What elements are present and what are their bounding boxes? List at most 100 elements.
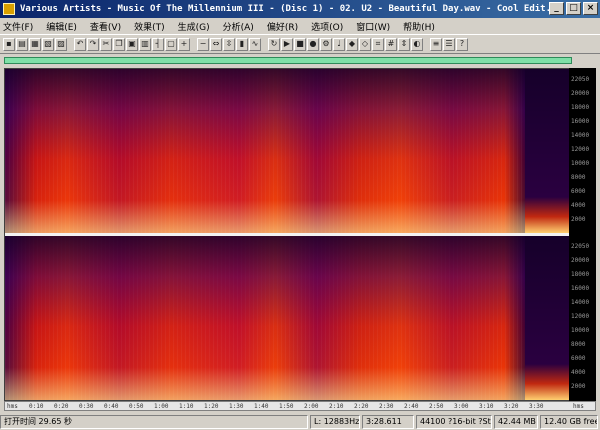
- freq-label: 6000: [571, 188, 586, 195]
- zoom-full-icon[interactable]: ⇔: [210, 37, 222, 51]
- scroll-icon[interactable]: ⇕: [398, 37, 410, 51]
- title-bar[interactable]: Various Artists - Music Of The Millenniu…: [0, 0, 600, 18]
- select-all-icon[interactable]: ▢: [165, 37, 177, 51]
- save-icon[interactable]: ▦: [29, 37, 41, 51]
- menu-view[interactable]: 查看(V): [90, 20, 121, 33]
- freq-label: 12000: [571, 313, 590, 320]
- spectral-view-icon[interactable]: ▮: [236, 37, 248, 51]
- time-label: 1:10: [179, 403, 194, 410]
- channel-right-spectrogram[interactable]: [5, 236, 525, 400]
- freq-label: 14000: [571, 132, 590, 139]
- status-cursor-time: 3:28.611: [362, 414, 414, 429]
- freq-label: 20000: [571, 257, 590, 264]
- time-label: 3:00: [454, 403, 469, 410]
- freq-label: 12000: [571, 146, 590, 153]
- zoom-in-icon[interactable]: +: [178, 37, 190, 51]
- freq-label: 10000: [571, 327, 590, 334]
- freq-label: 2000: [571, 383, 586, 390]
- time-label: 0:50: [129, 403, 144, 410]
- time-label: hms: [7, 403, 18, 410]
- time-label: 2:00: [304, 403, 319, 410]
- time-label: 1:30: [229, 403, 244, 410]
- menu-favorites[interactable]: 偏好(R): [267, 20, 298, 33]
- time-label: 2:40: [404, 403, 419, 410]
- region-icon[interactable]: ◇: [359, 37, 371, 51]
- freq-label: 18000: [571, 271, 590, 278]
- time-label: 0:20: [54, 403, 69, 410]
- cut-icon[interactable]: ✂: [100, 37, 112, 51]
- status-free-space: 12.40 GB free: [540, 414, 598, 429]
- window-title: Various Artists - Music Of The Millenniu…: [20, 4, 550, 14]
- freq-label: 10000: [571, 160, 590, 167]
- time-label: 2:20: [354, 403, 369, 410]
- mix-paste-icon[interactable]: ▥: [139, 37, 151, 51]
- channel-left-tail: [525, 69, 570, 233]
- metronome-icon[interactable]: ♩: [333, 37, 345, 51]
- open-icon[interactable]: ▤: [16, 37, 28, 51]
- freq-label: 18000: [571, 104, 590, 111]
- record-icon[interactable]: ●: [307, 37, 319, 51]
- close-button[interactable]: ×: [583, 2, 598, 15]
- time-label: hms: [573, 403, 584, 410]
- freq-label: 8000: [571, 341, 586, 348]
- copy-icon[interactable]: ❐: [113, 37, 125, 51]
- new-icon[interactable]: ▪: [3, 37, 15, 51]
- frequency-scale: 22050 20000 18000 16000 14000 12000 1000…: [569, 68, 596, 401]
- zoom-out-icon[interactable]: −: [197, 37, 209, 51]
- menu-file[interactable]: 文件(F): [3, 20, 33, 33]
- status-file-size: 42.44 MB: [494, 414, 538, 429]
- app-icon: [3, 3, 15, 15]
- window-controls: _ □ ×: [549, 2, 598, 15]
- marker-icon[interactable]: ◆: [346, 37, 358, 51]
- undo-icon[interactable]: ↶: [74, 37, 86, 51]
- channel-left-spectrogram[interactable]: [5, 69, 525, 233]
- settings-icon[interactable]: ⚙: [320, 37, 332, 51]
- close-file-icon[interactable]: ▨: [55, 37, 67, 51]
- menu-generate[interactable]: 生成(G): [178, 20, 210, 33]
- grid-icon[interactable]: #: [385, 37, 397, 51]
- waveform-view-icon[interactable]: ∿: [249, 37, 261, 51]
- freq-label: 6000: [571, 355, 586, 362]
- trim-icon[interactable]: ┤: [152, 37, 164, 51]
- app-window: Various Artists - Music Of The Millenniu…: [0, 0, 600, 430]
- multitrack-icon[interactable]: ☰: [443, 37, 455, 51]
- menu-edit[interactable]: 编辑(E): [46, 20, 77, 33]
- maximize-button[interactable]: □: [566, 2, 581, 15]
- menu-options[interactable]: 选项(O): [311, 20, 343, 33]
- cue-icon[interactable]: ◐: [411, 37, 423, 51]
- freq-label: 14000: [571, 299, 590, 306]
- save-as-icon[interactable]: ▧: [42, 37, 54, 51]
- paste-icon[interactable]: ▣: [126, 37, 138, 51]
- play-icon[interactable]: ▶: [281, 37, 293, 51]
- channel-right-tail: [525, 236, 570, 400]
- menu-window[interactable]: 窗口(W): [356, 20, 390, 33]
- freq-label: 22050: [571, 243, 590, 250]
- help-icon[interactable]: ?: [456, 37, 468, 51]
- time-label: 1:00: [154, 403, 169, 410]
- spectral-view[interactable]: [4, 68, 570, 401]
- stop-icon[interactable]: ■: [294, 37, 306, 51]
- time-label: 2:50: [429, 403, 444, 410]
- status-bar: 打开时间 29.65 秒 L: 12883Hz @ 3:28.611 44100…: [0, 413, 600, 430]
- status-cursor-frequency: L: 12883Hz @: [310, 414, 360, 429]
- menu-help[interactable]: 帮助(H): [403, 20, 435, 33]
- zoom-selection-icon[interactable]: ⇳: [223, 37, 235, 51]
- time-label: 1:20: [204, 403, 219, 410]
- freq-label: 16000: [571, 118, 590, 125]
- toolbar: ▪ ▤ ▦ ▧ ▨ ↶ ↷ ✂ ❐ ▣ ▥ ┤ ▢ + − ⇔ ⇳ ▮ ∿ ↻ …: [0, 34, 600, 54]
- freq-label: 8000: [571, 174, 586, 181]
- status-format: 44100 ?16-bit ?Stereo: [416, 414, 492, 429]
- redo-icon[interactable]: ↷: [87, 37, 99, 51]
- menu-effects[interactable]: 效果(T): [134, 20, 165, 33]
- mix-icon[interactable]: ≡: [430, 37, 442, 51]
- freq-label: 16000: [571, 285, 590, 292]
- status-open-time: 打开时间 29.65 秒: [0, 414, 308, 429]
- freq-label: 2000: [571, 216, 586, 223]
- snap-icon[interactable]: ⌗: [372, 37, 384, 51]
- minimize-button[interactable]: _: [549, 2, 564, 15]
- overview-bar[interactable]: [4, 57, 572, 64]
- menu-analyze[interactable]: 分析(A): [223, 20, 254, 33]
- freq-label: 22050: [571, 76, 590, 83]
- time-ruler[interactable]: hms 0:10 0:20 0:30 0:40 0:50 1:00 1:10 1…: [4, 401, 596, 411]
- loop-icon[interactable]: ↻: [268, 37, 280, 51]
